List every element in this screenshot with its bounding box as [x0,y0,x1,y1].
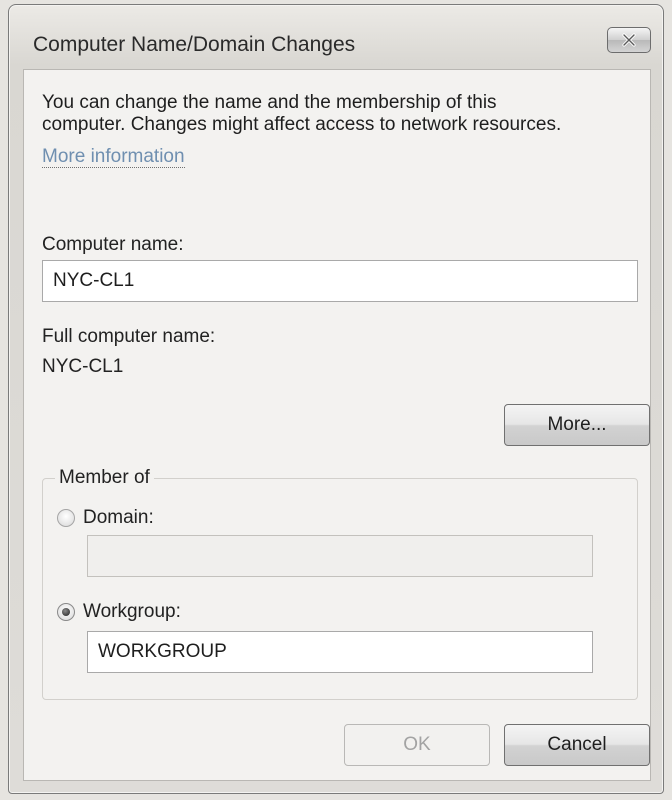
more-button[interactable]: More... [504,404,650,446]
member-of-group: Member of Domain: Workgroup: [42,467,638,700]
full-computer-name-label: Full computer name: [42,326,216,347]
computer-name-input[interactable] [42,260,638,302]
cancel-button[interactable]: Cancel [504,724,650,766]
domain-radio-button[interactable] [57,509,75,527]
domain-label: Domain: [83,507,154,528]
member-of-label: Member of [55,467,154,489]
description-text: You can change the name and the membersh… [42,92,642,136]
description-line-1: You can change the name and the membersh… [42,92,497,113]
close-icon [621,33,637,47]
title-bar[interactable]: Computer Name/Domain Changes [9,5,663,63]
dialog-content: You can change the name and the membersh… [23,69,651,781]
ok-button[interactable]: OK [344,724,490,766]
close-button[interactable] [607,27,651,53]
window-title: Computer Name/Domain Changes [33,33,356,56]
description-line-2: computer. Changes might affect access to… [42,114,562,135]
full-computer-name-value: NYC-CL1 [42,356,124,377]
computer-name-label: Computer name: [42,234,184,255]
workgroup-radio-button[interactable] [57,603,75,621]
radio-selected-dot [62,608,70,616]
domain-radio[interactable]: Domain: [57,507,154,529]
domain-input[interactable] [87,535,593,577]
workgroup-label: Workgroup: [83,601,181,622]
workgroup-radio[interactable]: Workgroup: [57,601,181,623]
more-information-link[interactable]: More information [42,146,185,168]
workgroup-input[interactable] [87,631,593,673]
dialog-window: Computer Name/Domain Changes You can cha… [8,4,664,794]
